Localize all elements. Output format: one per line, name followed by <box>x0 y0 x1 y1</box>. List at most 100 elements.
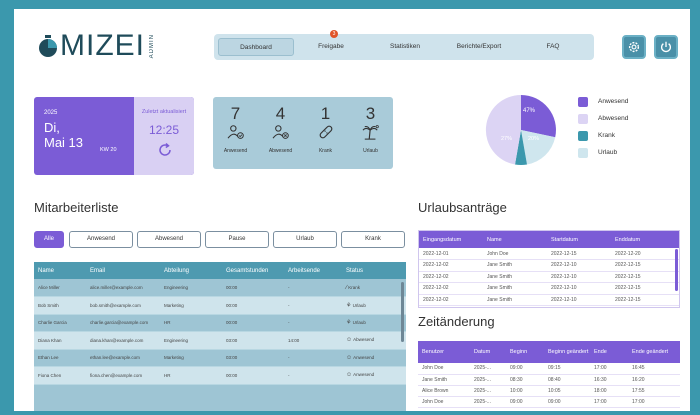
status-text: Anwesend <box>353 372 375 378</box>
table-row[interactable]: 2022-12-02 Jane Smith 2022-12-10 2022-12-15 <box>419 294 679 306</box>
cell-name: Alice Miller <box>34 279 86 297</box>
cell-start-changed: 09:00 <box>544 396 590 408</box>
nav-freigabe[interactable]: 3 Freigabe <box>294 30 368 56</box>
time-changes-table: Benutzer Datum Beginn Beginn geändert En… <box>418 341 680 411</box>
cell-hours: 03:00 <box>222 349 284 367</box>
col-status[interactable]: Status <box>342 262 406 279</box>
table-row[interactable]: Fiona Chen fiona.chen@example.com HR 00:… <box>34 366 406 385</box>
cell-end: - <box>284 296 342 315</box>
filter-urlaub[interactable]: Urlaub <box>273 231 337 248</box>
cell-status: ☺ Anwesend <box>342 349 406 367</box>
col-name[interactable]: Name <box>34 262 86 279</box>
status-text: Anwesend <box>353 354 375 360</box>
col-email[interactable]: Email <box>86 262 160 279</box>
stat-urlaub[interactable]: 3 Urlaub <box>348 97 393 169</box>
col-startdatum[interactable]: Startdatum <box>547 231 611 248</box>
vacation-scrollbar[interactable] <box>675 249 678 291</box>
col-abteilung[interactable]: Abteilung <box>160 262 222 279</box>
stat-abwesend[interactable]: 4 Abwesend <box>258 97 303 169</box>
table-row[interactable]: 2022-12-02 Jane Smith 2022-12-10 2022-12-15 <box>419 259 679 272</box>
cell-date: 2025-... <box>470 363 506 375</box>
cell-end: 2022-12-20 <box>611 248 679 260</box>
col-ende-geaendert[interactable]: Ende geändert <box>628 341 680 363</box>
table-row[interactable]: Alice Brown 2025-... 10:00 10:05 18:00 17:55 <box>418 385 680 397</box>
table-scrollbar[interactable] <box>401 282 404 342</box>
col-gesamtstunden[interactable]: Gesamtstunden <box>222 262 284 279</box>
refresh-icon[interactable] <box>156 141 174 159</box>
nav-faq[interactable]: FAQ <box>516 38 590 56</box>
col-beginn-geaendert[interactable]: Beginn geändert <box>544 341 590 363</box>
col-arbeitsende[interactable]: Arbeitsende <box>284 262 342 279</box>
table-row[interactable]: John Doe 2025-... 09:00 09:15 17:00 16:45 <box>418 363 680 375</box>
stat-value: 4 <box>275 104 286 123</box>
cell-end-changed: 16:20 <box>628 374 680 386</box>
cell-department: Engineering <box>160 331 222 350</box>
cell-start: 09:00 <box>506 396 544 408</box>
date-year: 2025 <box>44 110 58 116</box>
nav-dashboard[interactable]: Dashboard <box>218 38 294 56</box>
cell-start-changed: 08:40 <box>544 374 590 386</box>
time-changes-title: Zeitänderung <box>418 314 495 329</box>
table-row[interactable]: Alice Miller alice.miller@example.com En… <box>34 279 406 297</box>
cell-date: 2025-... <box>470 374 506 386</box>
power-icon <box>661 41 671 53</box>
pie-label-abwesend: 27% <box>501 136 512 142</box>
cell-email: bob.smith@example.com <box>86 296 160 315</box>
date-day: Mai 13 <box>44 135 84 150</box>
cell-end-changed: 16:45 <box>628 363 680 375</box>
col-enddatum[interactable]: Enddatum <box>611 231 679 248</box>
cell-email: charlie.garcia@example.com <box>86 314 160 332</box>
cell-start-changed: 09:15 <box>544 363 590 375</box>
cell-department: HR <box>160 366 222 385</box>
nav-berichte-export[interactable]: Berichte/Export <box>442 38 516 56</box>
cell-name: Jane Smith <box>483 259 547 272</box>
cell-start: 2022-12-10 <box>547 259 611 272</box>
stat-label: Anwesend <box>223 148 248 154</box>
filter-abwesend[interactable]: Abwesend <box>137 231 201 248</box>
cell-end-changed: 17:00 <box>628 396 680 408</box>
table-row[interactable]: 2022-12-01 John Doe 2022-12-15 2022-12-20 <box>419 248 679 260</box>
bandage-icon <box>319 125 332 139</box>
filter-krank[interactable]: Krank <box>341 231 405 248</box>
col-benutzer[interactable]: Benutzer <box>418 341 470 363</box>
table-row[interactable]: Diana Khan diana.khan@example.com Engine… <box>34 331 406 350</box>
cell-user: Alice Brown <box>418 385 470 397</box>
nav-statistiken[interactable]: Statistiken <box>368 38 442 56</box>
table-row[interactable]: 2022-12-02 Jane Smith 2022-12-10 2022-12-15 <box>419 271 679 283</box>
palm-tree-icon: ⚘ <box>346 320 352 327</box>
table-row[interactable]: Bob Smith bob.smith@example.com Marketin… <box>34 296 406 315</box>
table-row[interactable]: John Doe 2025-... 09:00 09:00 17:00 17:00 <box>418 396 680 408</box>
stat-krank[interactable]: 1 Krank <box>303 97 348 169</box>
settings-button[interactable] <box>622 35 646 59</box>
person-x-icon: ☺ <box>346 337 353 344</box>
status-text: Urlaub <box>352 320 366 326</box>
table-row[interactable]: 2022-12-02 Jane Smith 2022-12-10 2022-12-15 <box>419 282 679 295</box>
cell-email: ethan.lee@example.com <box>86 349 160 367</box>
status-text: Krank <box>348 284 361 290</box>
col-name[interactable]: Name <box>483 231 547 248</box>
col-eingangsdatum[interactable]: Eingangsdatum <box>419 231 483 248</box>
stat-label: Urlaub <box>363 148 378 154</box>
table-row[interactable]: Ethan Lee ethan.lee@example.com Marketin… <box>34 349 406 367</box>
filter-alle[interactable]: Alle <box>34 231 64 248</box>
cell-email: alice.miller@example.com <box>86 279 160 297</box>
cell-name: Bob Smith <box>34 296 86 315</box>
table-row[interactable]: Jane Smith 2025-... 08:30 08:40 16:30 16:20 <box>418 374 680 386</box>
app-frame: MIZEI ADMIN Dashboard 3 Freigabe Statist… <box>14 9 690 411</box>
filter-anwesend[interactable]: Anwesend <box>69 231 133 248</box>
logout-button[interactable] <box>654 35 678 59</box>
table-row[interactable]: Charlie Garcia charlie.garcia@example.co… <box>34 314 406 332</box>
current-date: 2025 Di, Mai 13 KW 20 <box>34 97 134 175</box>
cell-hours: 00:00 <box>222 296 284 315</box>
cell-status: ∕ Krank <box>342 279 406 297</box>
cell-end: 2022-12-15 <box>611 259 679 272</box>
col-datum[interactable]: Datum <box>470 341 506 363</box>
palm-tree-icon: ⚘ <box>346 302 352 309</box>
filter-pause[interactable]: Pause <box>205 231 269 248</box>
stat-anwesend[interactable]: 7 Anwesend <box>213 97 258 169</box>
col-ende[interactable]: Ende <box>590 341 628 363</box>
col-beginn[interactable]: Beginn <box>506 341 544 363</box>
cell-start: 2022-12-10 <box>547 294 611 306</box>
cell-end: 16:30 <box>590 374 628 386</box>
palm-tree-icon <box>362 125 379 140</box>
